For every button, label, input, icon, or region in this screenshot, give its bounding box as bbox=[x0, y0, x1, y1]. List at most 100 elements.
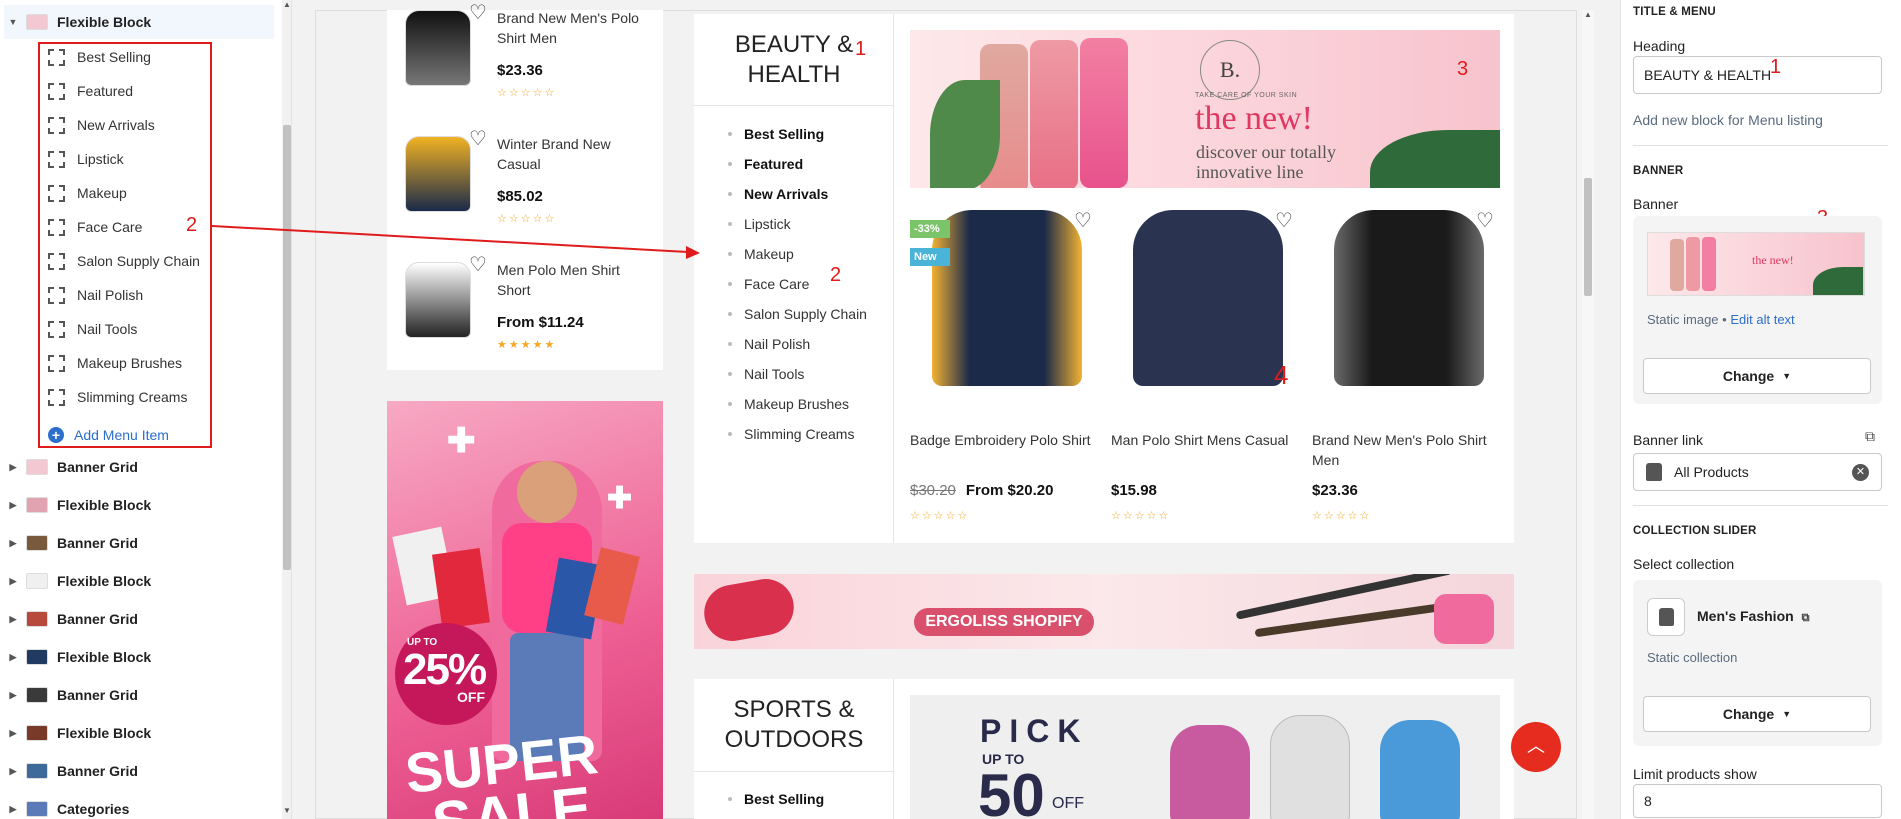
sidebar-block-item[interactable]: ▶ Banner Grid bbox=[4, 754, 274, 788]
category-menu-item[interactable]: Makeup Brushes bbox=[728, 396, 849, 412]
add-menu-item-link[interactable]: + Add Menu Item bbox=[48, 418, 169, 452]
sidebar-block-item[interactable]: ▶ Banner Grid bbox=[4, 678, 274, 712]
collection-change-button[interactable]: Change ▼ bbox=[1643, 696, 1871, 732]
product-title[interactable]: Men Polo Men Shirt Short bbox=[497, 260, 647, 300]
beauty-top-banner[interactable]: B. TAKE CARE OF YOUR SKIN the new! disco… bbox=[910, 30, 1500, 188]
collection-name: Men's Fashion bbox=[1697, 608, 1794, 624]
product-image[interactable] bbox=[405, 262, 471, 338]
product-title[interactable]: Brand New Men's Polo Shirt Men bbox=[1312, 430, 1497, 470]
product-image[interactable] bbox=[932, 210, 1082, 386]
sidebar-subitem[interactable]: Lipstick bbox=[48, 142, 124, 176]
back-to-top-button[interactable]: ︿ bbox=[1511, 722, 1561, 772]
product-title[interactable]: Man Polo Shirt Mens Casual bbox=[1111, 430, 1296, 450]
scroll-up-icon[interactable]: ▲ bbox=[1582, 10, 1594, 22]
heading-input[interactable]: BEAUTY & HEALTH bbox=[1633, 56, 1882, 94]
sidebar-block-item[interactable]: ▶ Banner Grid bbox=[4, 602, 274, 636]
scrollbar-thumb[interactable] bbox=[283, 125, 291, 570]
sidebar-subitem[interactable]: Makeup bbox=[48, 176, 127, 210]
block-thumbnail bbox=[26, 801, 48, 817]
sidebar-subitem[interactable]: Featured bbox=[48, 74, 133, 108]
chevron-right-icon[interactable]: ▶ bbox=[4, 804, 22, 815]
sidebar-block-label: Flexible Block bbox=[57, 649, 152, 665]
category-menu-item[interactable]: Nail Polish bbox=[728, 336, 810, 352]
product-image[interactable] bbox=[405, 136, 471, 212]
chevron-right-icon[interactable]: ▶ bbox=[4, 500, 22, 511]
sidebar-scrollbar[interactable]: ▲ ▼ bbox=[282, 0, 291, 819]
chevron-right-icon[interactable]: ▶ bbox=[4, 538, 22, 549]
banner-link-input[interactable]: All Products ✕ bbox=[1633, 453, 1882, 491]
heart-icon[interactable]: ♡ bbox=[467, 128, 489, 150]
product-image[interactable] bbox=[1334, 210, 1484, 386]
clear-icon[interactable]: ✕ bbox=[1852, 464, 1869, 481]
category-menu-item[interactable]: Best Selling bbox=[728, 126, 824, 142]
chevron-down-icon[interactable]: ▼ bbox=[4, 17, 22, 27]
sidebar-subitem[interactable]: Best Selling bbox=[48, 40, 151, 74]
category-menu-item[interactable]: Makeup bbox=[728, 246, 794, 262]
external-link-icon[interactable]: ⧉ bbox=[1865, 428, 1875, 445]
chevron-right-icon[interactable]: ▶ bbox=[4, 462, 22, 473]
sidebar-subitem[interactable]: Salon Supply Chain bbox=[48, 244, 200, 278]
sidebar-block-item[interactable]: ▶ Banner Grid bbox=[4, 450, 274, 484]
sidebar-subitem-label: Face Care bbox=[77, 219, 143, 235]
category-menu-item[interactable]: Face Care bbox=[728, 276, 809, 292]
heart-icon[interactable]: ♡ bbox=[1072, 210, 1094, 232]
category-menu-item[interactable]: New Arrivals bbox=[728, 186, 828, 202]
block-thumbnail bbox=[26, 611, 48, 627]
sidebar-subitem-label: Nail Tools bbox=[77, 321, 138, 337]
sidebar-block-item[interactable]: ▶ Categories bbox=[4, 792, 274, 819]
chevron-right-icon[interactable]: ▶ bbox=[4, 690, 22, 701]
tree-item-flexible-block-active[interactable]: ▼ Flexible Block bbox=[4, 5, 274, 39]
category-menu-item[interactable]: Featured bbox=[728, 156, 803, 172]
sidebar-block-item[interactable]: ▶ Flexible Block bbox=[4, 488, 274, 522]
sidebar-subitem[interactable]: New Arrivals bbox=[48, 108, 155, 142]
super-sale-promo-banner[interactable]: ✚ ✚ UP TO 25% OFF SUPER SALE bbox=[387, 401, 663, 819]
sidebar-subitem[interactable]: Face Care bbox=[48, 210, 142, 244]
heart-icon[interactable]: ♡ bbox=[467, 254, 489, 276]
sidebar-subitem[interactable]: Nail Polish bbox=[48, 278, 143, 312]
chevron-right-icon[interactable]: ▶ bbox=[4, 576, 22, 587]
sidebar-block-item[interactable]: ▶ Flexible Block bbox=[4, 716, 274, 750]
product-title[interactable]: Badge Embroidery Polo Shirt bbox=[910, 430, 1095, 450]
sidebar-subitem-label: Slimming Creams bbox=[77, 389, 188, 405]
sports-menu-item[interactable]: Best Selling bbox=[728, 791, 824, 807]
sidebar-subitem[interactable]: Slimming Creams bbox=[48, 380, 187, 414]
heart-icon[interactable]: ♡ bbox=[1273, 210, 1295, 232]
menu-column: BEAUTY & HEALTH Best Selling Featured New … bbox=[694, 14, 894, 543]
banner-thumbnail[interactable]: the new! bbox=[1647, 232, 1865, 296]
sports-banner[interactable]: PICK UP TO 50 OFF bbox=[910, 695, 1500, 819]
annotation-number-2: 2 bbox=[186, 214, 198, 236]
sidebar-block-label: Banner Grid bbox=[57, 535, 138, 551]
sidebar-block-item[interactable]: ▶ Banner Grid bbox=[4, 526, 274, 560]
limit-products-input[interactable]: 8 bbox=[1633, 784, 1882, 818]
divider bbox=[1633, 145, 1888, 146]
chevron-right-icon[interactable]: ▶ bbox=[4, 652, 22, 663]
banner-change-button[interactable]: Change ▼ bbox=[1643, 358, 1871, 394]
preview-scrollbar[interactable]: ▲ bbox=[1582, 10, 1594, 819]
preview-scrollbar-thumb[interactable] bbox=[1584, 178, 1592, 296]
product-title[interactable]: Brand New Men's Polo Shirt Men bbox=[497, 8, 647, 48]
scroll-down-icon[interactable]: ▼ bbox=[282, 806, 291, 818]
edit-alt-text-link[interactable]: Edit alt text bbox=[1730, 312, 1794, 327]
ergoliss-strip-banner[interactable]: ERGOLISS SHOPIFY bbox=[694, 574, 1514, 649]
collection-link[interactable]: Men's Fashion ⧉ bbox=[1697, 608, 1809, 625]
chevron-right-icon[interactable]: ▶ bbox=[4, 766, 22, 777]
category-menu-item[interactable]: Lipstick bbox=[728, 216, 791, 232]
sidebar-block-item[interactable]: ▶ Flexible Block bbox=[4, 564, 274, 598]
product-image[interactable] bbox=[405, 10, 471, 86]
chevron-right-icon[interactable]: ▶ bbox=[4, 728, 22, 739]
sidebar-block-label: Banner Grid bbox=[57, 763, 138, 779]
heart-icon[interactable]: ♡ bbox=[1474, 210, 1496, 232]
product-title[interactable]: Winter Brand New Casual bbox=[497, 134, 647, 174]
beauty-health-block: BEAUTY & HEALTH Best Selling Featured New … bbox=[694, 14, 1514, 543]
sidebar-subitem[interactable]: Makeup Brushes bbox=[48, 346, 182, 380]
sidebar-block-item[interactable]: ▶ Flexible Block bbox=[4, 640, 274, 674]
category-menu-item[interactable]: Nail Tools bbox=[728, 366, 804, 382]
product-image[interactable] bbox=[1133, 210, 1283, 386]
block-thumbnail bbox=[26, 459, 48, 475]
category-menu-item[interactable]: Slimming Creams bbox=[728, 426, 854, 442]
scroll-up-icon[interactable]: ▲ bbox=[282, 0, 291, 12]
category-menu-item[interactable]: Salon Supply Chain bbox=[728, 306, 867, 322]
heart-icon[interactable]: ♡ bbox=[467, 2, 489, 24]
chevron-right-icon[interactable]: ▶ bbox=[4, 614, 22, 625]
sidebar-subitem[interactable]: Nail Tools bbox=[48, 312, 137, 346]
